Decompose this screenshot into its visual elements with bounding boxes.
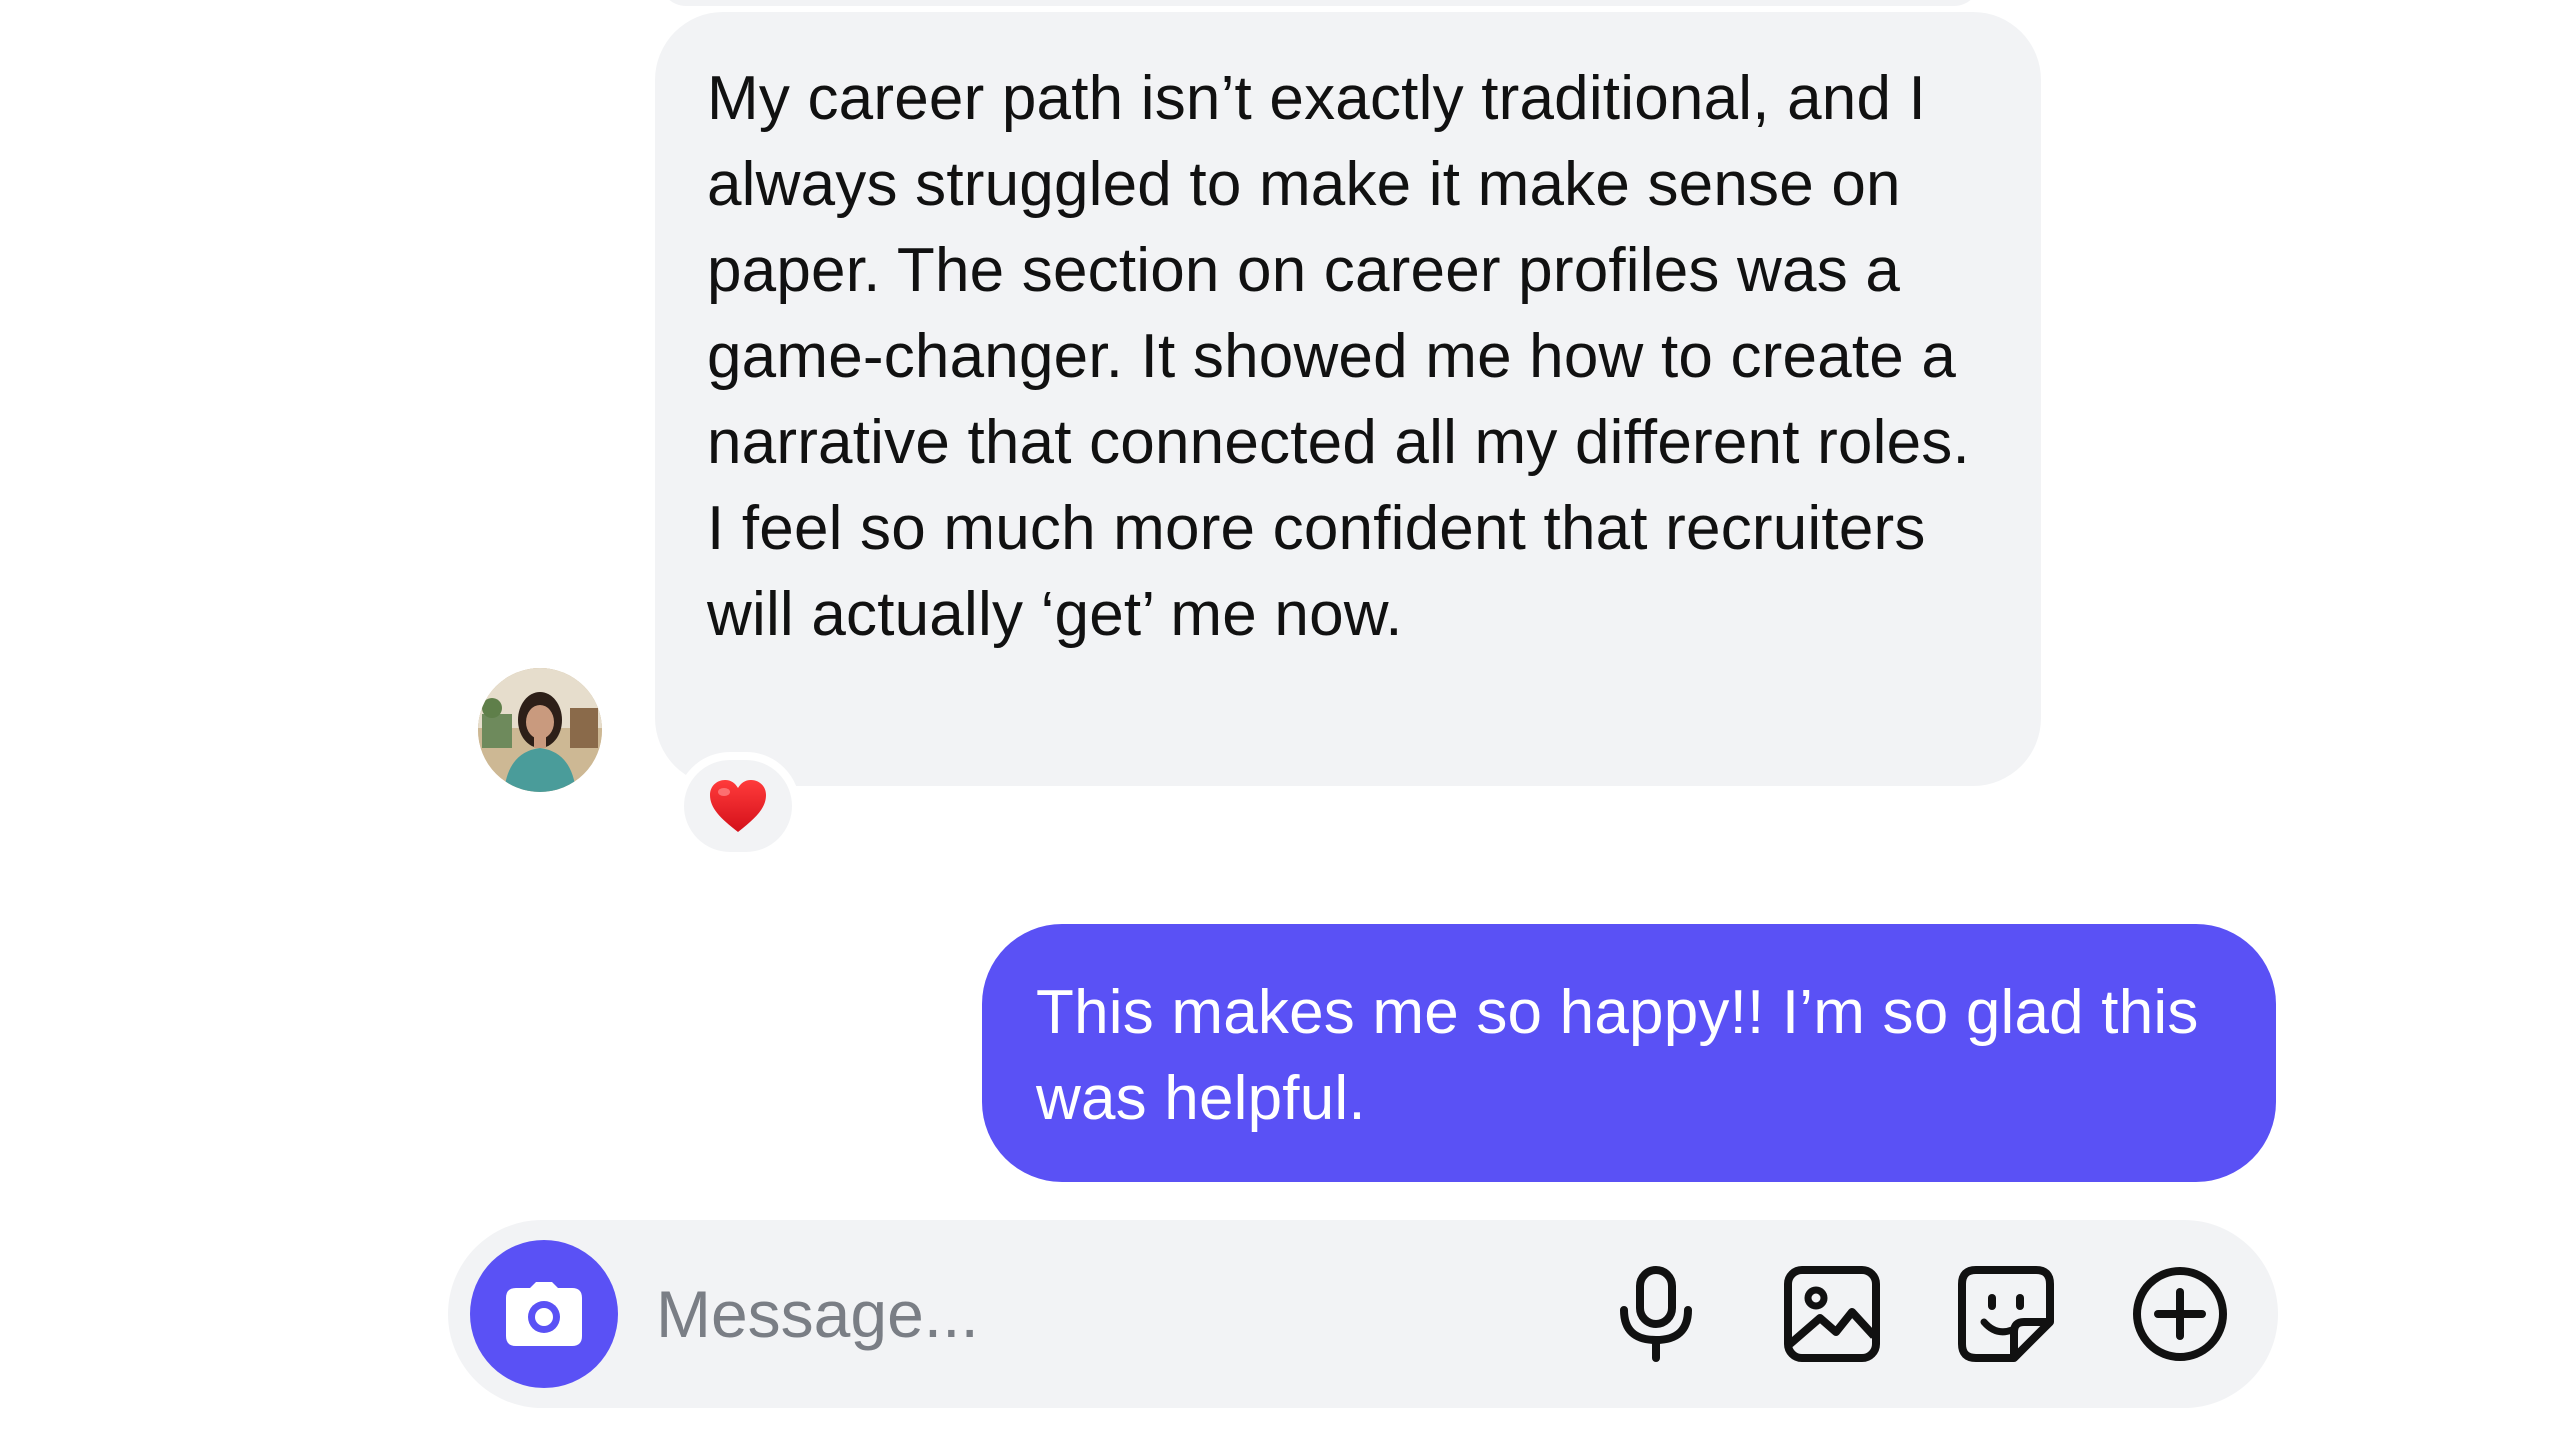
previous-message-bubble [660,0,1980,6]
avatar-photo [478,668,602,792]
camera-button[interactable] [470,1240,618,1388]
gallery-button[interactable] [1784,1266,1880,1362]
outgoing-message-bubble[interactable]: This makes me so happy!! I’m so glad thi… [982,924,2276,1182]
chat-screen: My career path isn’t exactly traditional… [0,0,2560,1440]
more-button[interactable] [2132,1266,2228,1362]
sender-avatar[interactable] [478,668,602,792]
camera-icon [506,1282,582,1346]
incoming-message-bubble[interactable]: My career path isn’t exactly traditional… [655,12,2041,786]
heart-icon [710,780,766,832]
message-input[interactable] [656,1264,1416,1364]
microphone-button[interactable] [1608,1266,1704,1362]
microphone-icon [1620,1266,1692,1362]
incoming-message-text: My career path isn’t exactly traditional… [707,64,1970,649]
message-composer [448,1220,2278,1408]
outgoing-message-text: This makes me so happy!! I’m so glad thi… [1036,978,2199,1133]
image-gallery-icon [1784,1266,1880,1362]
heart-reaction[interactable] [676,752,800,860]
sticker-button[interactable] [1958,1266,2054,1362]
sticker-icon [1958,1266,2054,1362]
plus-circle-icon [2133,1267,2227,1361]
